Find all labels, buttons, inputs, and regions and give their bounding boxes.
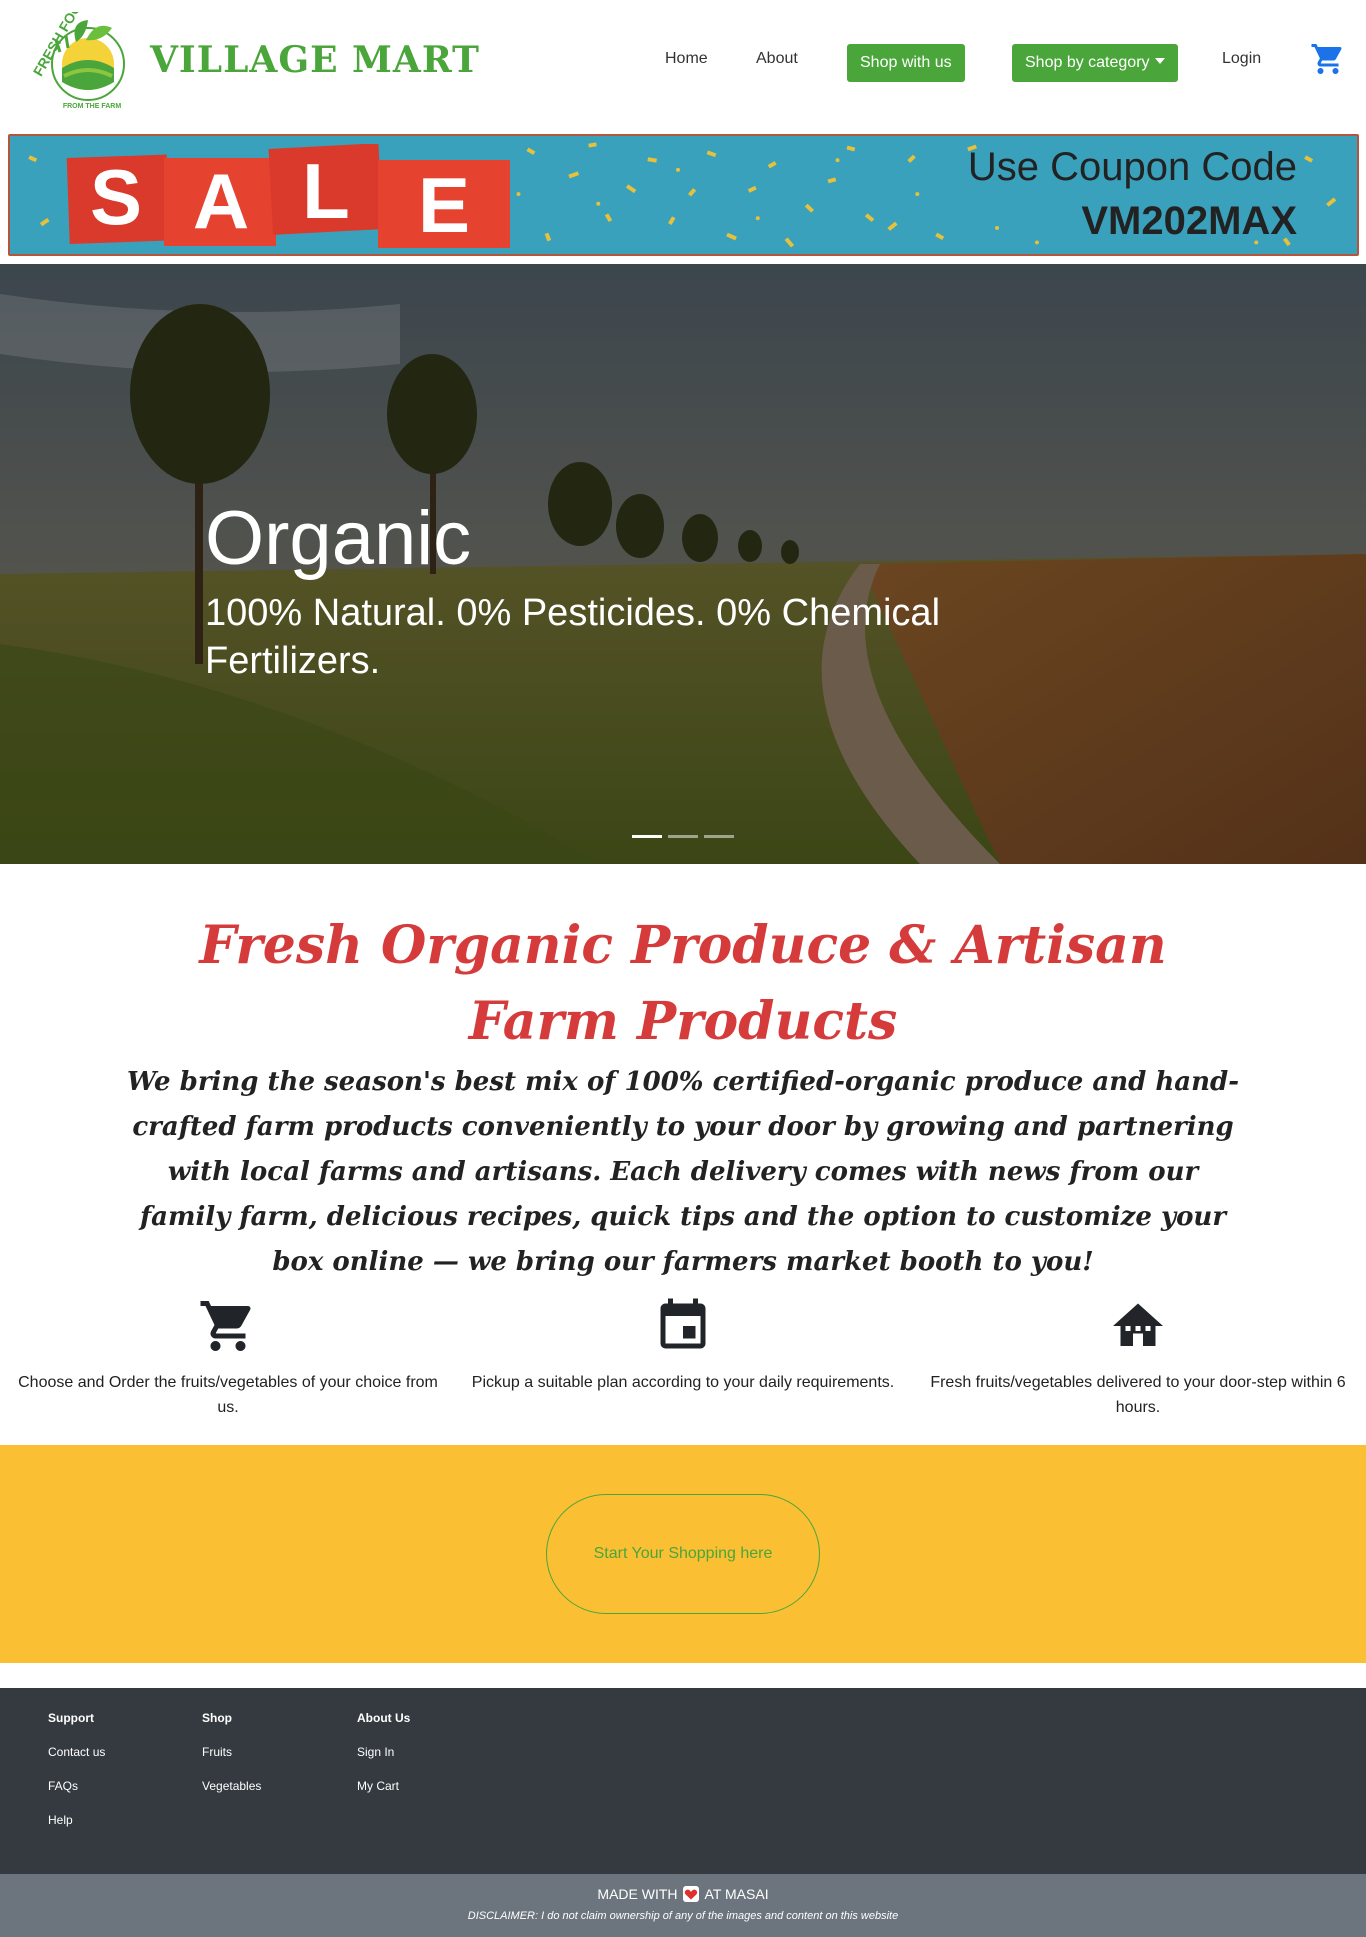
feature-delivery: Fresh fruits/vegetables delivered to you… <box>918 1296 1358 1420</box>
footer-link-help[interactable]: Help <box>48 1812 105 1828</box>
footer-link-faqs[interactable]: FAQs <box>48 1778 105 1794</box>
hero-title: Organic <box>205 496 472 581</box>
feature-text: Pickup a suitable plan according to your… <box>471 1374 895 1391</box>
footer-link-contact[interactable]: Contact us <box>48 1744 105 1760</box>
nav-home-link[interactable]: Home <box>665 48 708 70</box>
footer-column-shop: Shop Fruits Vegetables <box>202 1710 261 1812</box>
coupon-code: VM202MAX <box>1081 199 1297 243</box>
carousel-indicator-1[interactable] <box>632 835 662 838</box>
navbar: FRESH FOOD FROM THE FARM VILLAGE MART Ho… <box>0 0 1366 128</box>
cta-section: Start Your Shopping here <box>0 1445 1366 1663</box>
footer-bottom-bar: MADE WITH AT MASAI DISCLAIMER: I do not … <box>0 1874 1366 1937</box>
sale-letter: E <box>418 161 470 249</box>
shop-by-category-dropdown[interactable]: Shop by category <box>1012 44 1178 82</box>
footer-heading: Support <box>48 1711 94 1725</box>
footer-heading: About Us <box>357 1711 411 1725</box>
sale-graphic: S A L E <box>66 144 510 249</box>
nav-about-link[interactable]: About <box>756 48 798 70</box>
feature-text: Fresh fruits/vegetables delivered to you… <box>930 1374 1346 1416</box>
hero-carousel[interactable]: Organic 100% Natural. 0% Pesticides. 0% … <box>0 264 1366 864</box>
footer-link-vegetables[interactable]: Vegetables <box>202 1778 261 1794</box>
coupon-label: Use Coupon Code <box>967 145 1297 189</box>
made-with-line: MADE WITH AT MASAI <box>0 1884 1366 1904</box>
footer-link-my-cart[interactable]: My Cart <box>357 1778 410 1794</box>
start-shopping-button[interactable]: Start Your Shopping here <box>546 1494 820 1614</box>
made-with-suffix: AT MASAI <box>704 1886 769 1902</box>
logo-text-bottom: FROM THE FARM <box>63 103 121 110</box>
footer-column-support: Support Contact us FAQs Help <box>48 1710 105 1846</box>
feature-text: Choose and Order the fruits/vegetables o… <box>18 1374 438 1416</box>
intro-text: We bring the season's best mix of 100% c… <box>126 1067 1240 1277</box>
footer-heading: Shop <box>202 1711 232 1725</box>
sale-letter: L <box>302 147 350 235</box>
footer-column-about: About Us Sign In My Cart <box>357 1710 410 1812</box>
caret-down-icon <box>1154 58 1165 65</box>
village-mart-logo[interactable]: FRESH FOOD FROM THE FARM <box>30 12 140 112</box>
feature-order: Choose and Order the fruits/vegetables o… <box>8 1296 448 1420</box>
shop-with-us-label: Shop with us <box>860 54 952 71</box>
house-icon <box>1113 1303 1163 1346</box>
cart-icon[interactable] <box>1310 40 1346 78</box>
footer: Support Contact us FAQs Help Shop Fruits… <box>0 1688 1366 1874</box>
carousel-indicators <box>632 835 735 839</box>
carousel-indicator-3[interactable] <box>704 835 734 838</box>
feature-plan: Pickup a suitable plan according to your… <box>463 1296 903 1395</box>
sale-letter: S <box>90 153 142 241</box>
sale-banner[interactable]: S A L E Use Coupon Code VM202MAX <box>8 134 1359 256</box>
cart-icon <box>200 1301 251 1351</box>
calendar-icon <box>660 1298 706 1349</box>
disclaimer: DISCLAIMER: I do not claim ownership of … <box>467 1910 899 1922</box>
carousel-indicator-2[interactable] <box>668 835 698 838</box>
shop-by-category-label: Shop by category <box>1025 54 1150 71</box>
hero-subtitle: 100% Natural. 0% Pesticides. 0% Chemical… <box>205 592 941 682</box>
nav-login-link[interactable]: Login <box>1222 48 1261 70</box>
footer-link-fruits[interactable]: Fruits <box>202 1744 261 1760</box>
sale-letter: A <box>193 157 249 245</box>
footer-link-sign-in[interactable]: Sign In <box>357 1744 410 1760</box>
made-with-prefix: MADE WITH <box>597 1886 678 1902</box>
shop-with-us-button[interactable]: Shop with us <box>847 44 965 82</box>
heart-icon <box>683 1885 700 1902</box>
brand-name[interactable]: VILLAGE MART <box>150 38 480 82</box>
intro-title: Fresh Organic Produce & Artisan Farm Pro… <box>199 915 1167 1052</box>
